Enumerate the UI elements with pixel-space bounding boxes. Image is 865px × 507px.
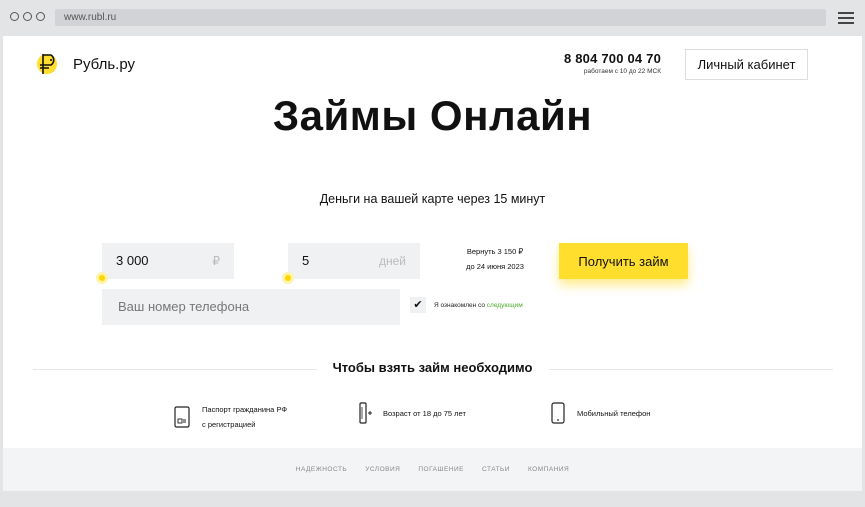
- footer-nav: НАДЕЖНОСТЬ УСЛОВИЯ ПОГАШЕНИЕ СТАТЬИ КОМП…: [3, 448, 862, 491]
- window-dot-icon[interactable]: [10, 12, 19, 21]
- personal-account-button[interactable]: Личный кабинет: [685, 49, 808, 80]
- browser-chrome: www.rubl.ru: [0, 0, 865, 36]
- days-unit: дней: [378, 254, 406, 268]
- address-bar[interactable]: www.rubl.ru: [55, 9, 826, 26]
- agree-checkbox[interactable]: ✔: [410, 297, 426, 313]
- age-icon: [359, 402, 372, 424]
- requirement-item: Возраст от 18 до 75 лет: [359, 402, 466, 424]
- page-title: Займы Онлайн: [272, 92, 593, 139]
- agree-label: Я ознакомлен со следующим: [434, 302, 523, 309]
- amount-input[interactable]: 3 000 ₽: [102, 243, 234, 279]
- window-controls: [10, 12, 45, 21]
- footer-link-articles[interactable]: СТАТЬИ: [482, 466, 510, 473]
- footer-link-company[interactable]: КОМПАНИЯ: [528, 466, 569, 473]
- requirement-item: Паспорт гражданина РФ с регистрацией: [174, 402, 287, 432]
- page: Рубль.ру 8 804 700 04 70 работаем с 10 д…: [3, 36, 862, 448]
- working-hours: работаем с 10 до 22 МСК: [583, 68, 661, 75]
- footer-link-reliability[interactable]: НАДЕЖНОСТЬ: [296, 466, 347, 473]
- requirement-line: Паспорт гражданина РФ: [202, 405, 288, 414]
- days-value: 5: [302, 253, 310, 268]
- mobile-phone-icon: [551, 402, 565, 424]
- return-summary: Вернуть 3 150 ₽ до 24 июня 2023: [455, 244, 535, 274]
- agree-link[interactable]: следующим: [487, 302, 523, 309]
- days-input[interactable]: 5 дней: [288, 243, 420, 279]
- requirement-line: Мобильный телефон: [577, 408, 651, 418]
- contact-block: 8 804 700 04 70 работаем с 10 до 22 МСК: [564, 51, 661, 75]
- return-date: до 24 июня 2023: [466, 262, 524, 271]
- passport-icon: [174, 406, 190, 428]
- days-slider-handle[interactable]: [282, 272, 294, 284]
- agree-text: Я ознакомлен со: [434, 302, 485, 309]
- requirement-item: Мобильный телефон: [551, 402, 650, 424]
- amount-slider-handle[interactable]: [96, 272, 108, 284]
- ruble-logo-icon: [37, 54, 57, 74]
- amount-value: 3 000: [116, 253, 149, 268]
- page-subtitle: Деньги на вашей карте через 15 минут: [319, 192, 546, 206]
- get-loan-button[interactable]: Получить займ: [559, 243, 688, 279]
- window-dot-icon[interactable]: [23, 12, 32, 21]
- amount-unit: ₽: [212, 254, 220, 268]
- requirements-title: Чтобы взять займ необходимо: [332, 360, 533, 375]
- footer-link-repayment[interactable]: ПОГАШЕНИЕ: [418, 466, 464, 473]
- phone-input[interactable]: Ваш номер телефона: [102, 289, 400, 325]
- logo[interactable]: Рубль.ру: [33, 50, 135, 78]
- phone-number[interactable]: 8 804 700 04 70: [564, 51, 661, 66]
- browser-window: www.rubl.ru Рубль.ру 8 804 700 04 70 раб…: [0, 0, 865, 507]
- return-amount: Вернуть 3 150 ₽: [466, 247, 524, 256]
- requirement-line: Возраст от 18 до 75 лет: [383, 408, 466, 418]
- footer-link-conditions[interactable]: УСЛОВИЯ: [365, 466, 400, 473]
- requirement-line: с регистрацией: [202, 420, 256, 429]
- window-dot-icon[interactable]: [36, 12, 45, 21]
- hamburger-menu-icon[interactable]: [838, 12, 854, 27]
- logo-text: Рубль.ру: [73, 55, 135, 73]
